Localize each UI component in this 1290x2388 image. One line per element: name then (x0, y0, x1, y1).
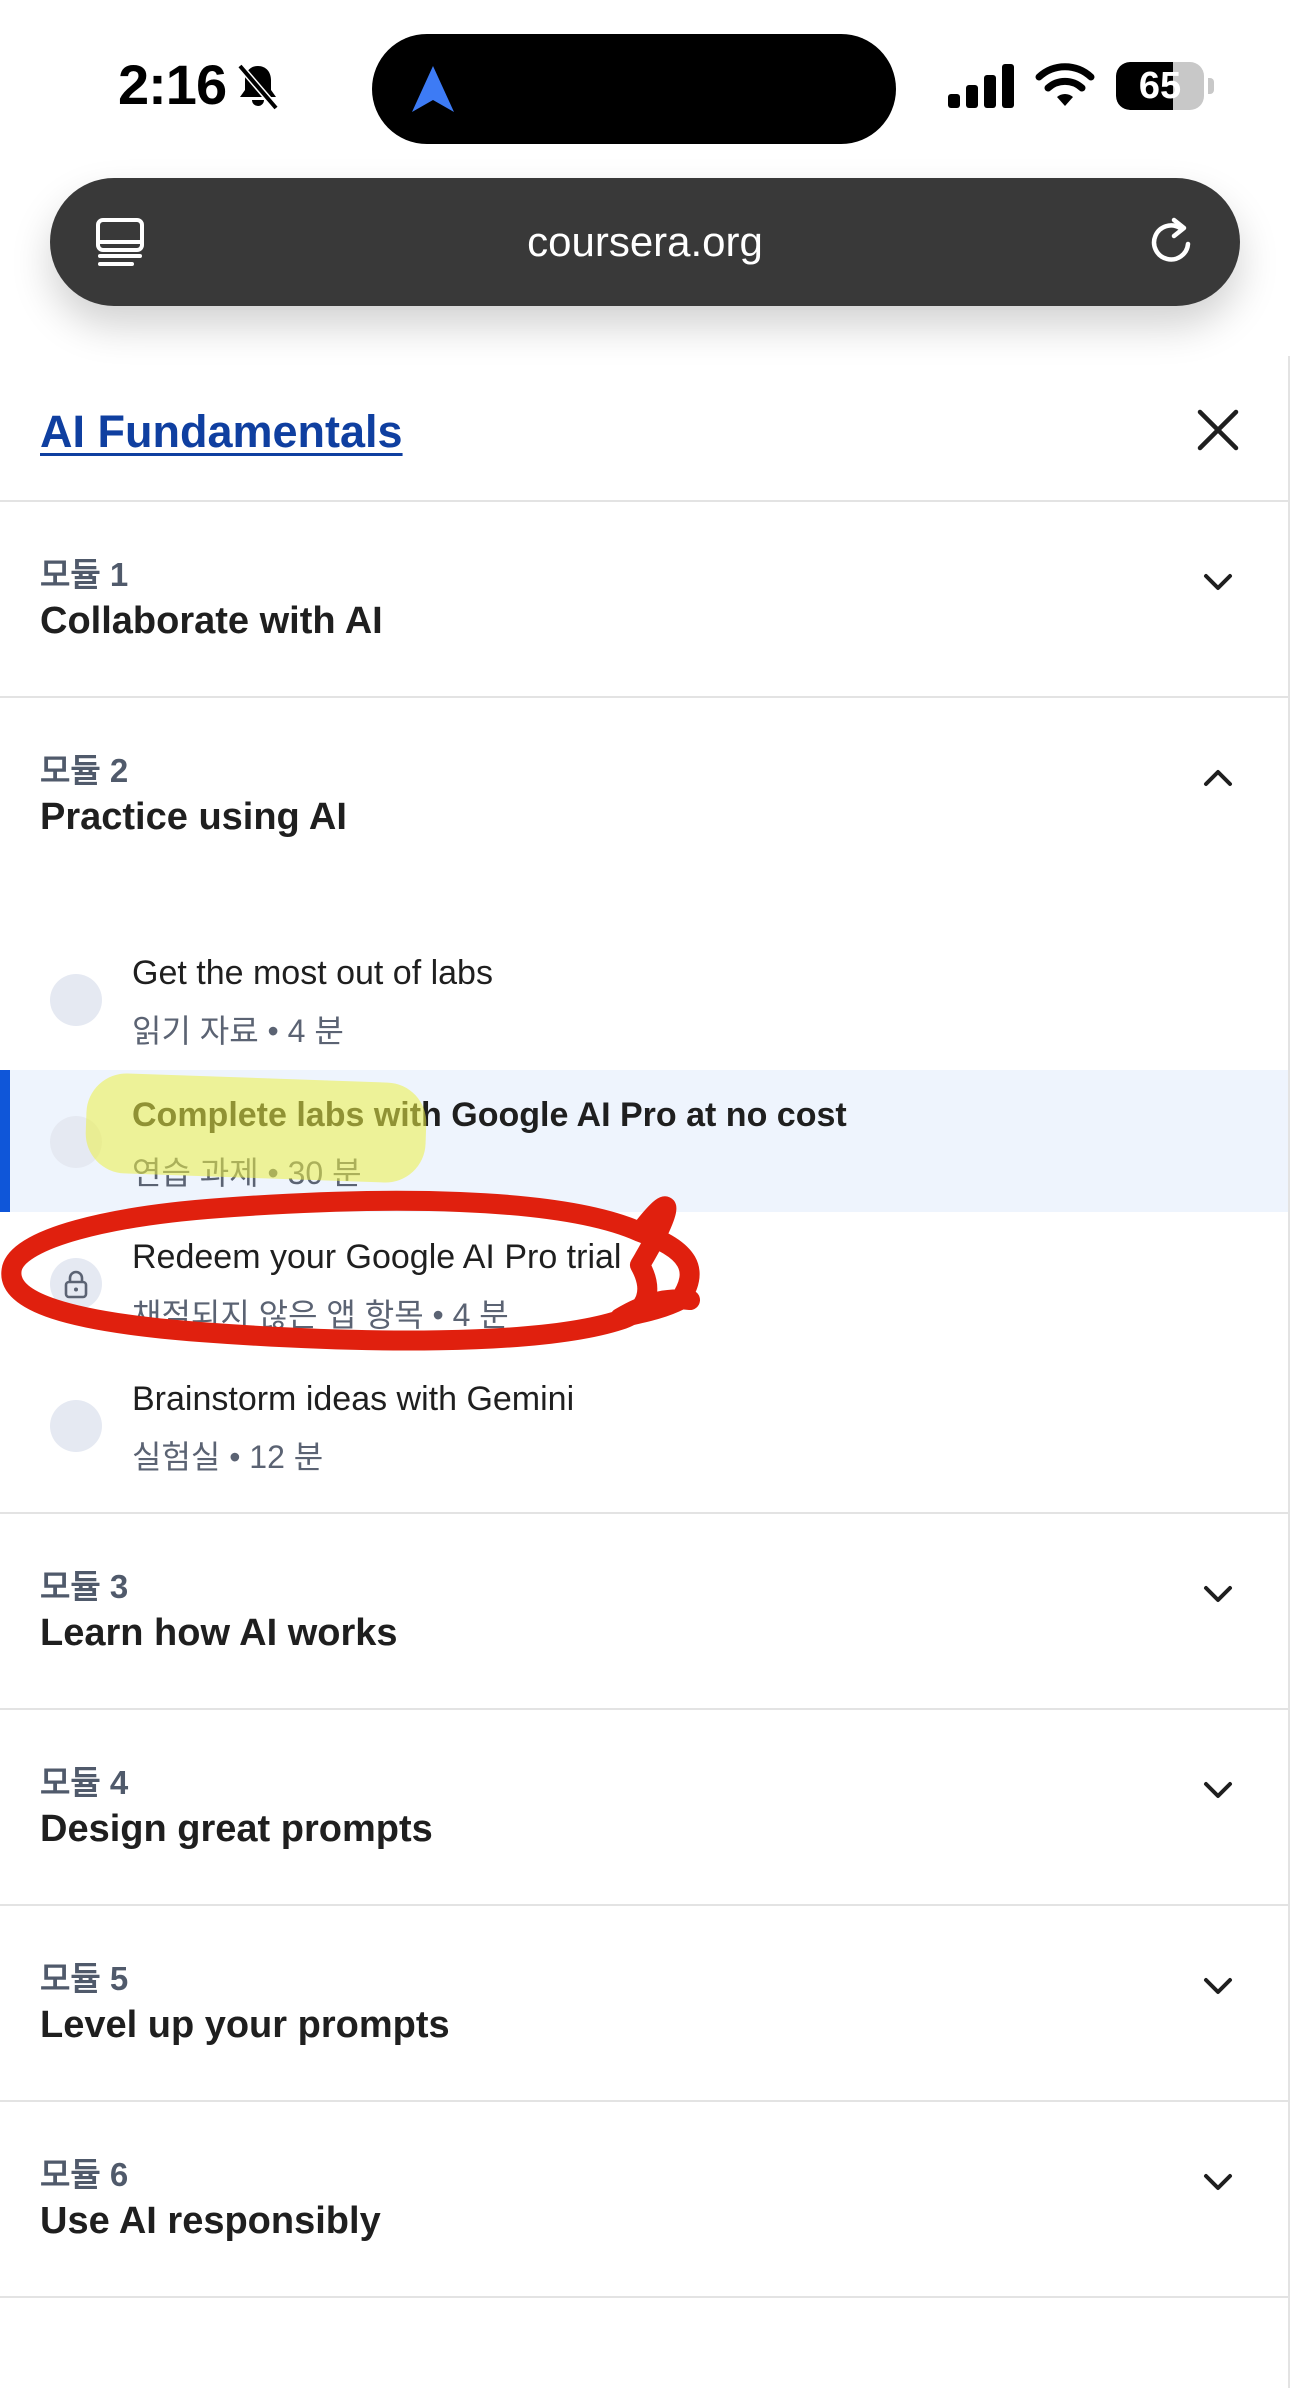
item-meta: 읽기 자료 • 4 분 (132, 1013, 344, 1049)
item-title: Brainstorm ideas with Gemini (132, 1380, 575, 1418)
highlighter-mark (84, 1072, 428, 1184)
course-title-link[interactable]: AI Fundamentals (40, 406, 403, 458)
item-meta: 실험실 • 12 분 (132, 1439, 324, 1475)
bell-slash-icon (237, 63, 279, 111)
active-indicator (0, 1070, 10, 1212)
module-1[interactable]: 모듈 1 Collaborate with AI (0, 502, 1288, 698)
module-item[interactable]: Get the most out of labs 읽기 자료 • 4 분 (0, 928, 1288, 1070)
reload-icon[interactable] (1144, 214, 1200, 270)
battery-percent: 65 (1138, 65, 1182, 107)
dynamic-island (372, 34, 896, 144)
battery-icon: 65 (1116, 62, 1214, 112)
module-title: Practice using AI (40, 796, 347, 838)
chevron-down-icon[interactable] (1196, 1768, 1240, 1812)
status-bar: 2:16 65 (0, 0, 1290, 170)
module-label: 모듈 5 (40, 1960, 129, 1997)
module-title: Learn how AI works (40, 1612, 398, 1654)
module-title: Use AI responsibly (40, 2200, 381, 2242)
status-time: 2:16 (118, 53, 227, 116)
cellular-signal-icon (948, 64, 1014, 108)
module-label: 모듈 6 (40, 2156, 129, 2193)
module-6[interactable]: 모듈 6 Use AI responsibly (0, 2102, 1288, 2298)
chevron-down-icon[interactable] (1196, 560, 1240, 604)
wifi-icon (1035, 63, 1095, 106)
module-4[interactable]: 모듈 4 Design great prompts (0, 1710, 1288, 1906)
chevron-down-icon[interactable] (1196, 2160, 1240, 2204)
course-outline-panel: AI Fundamentals 모듈 1 Collaborate with AI… (0, 356, 1290, 2388)
chevron-up-icon[interactable] (1196, 756, 1240, 800)
module-5[interactable]: 모듈 5 Level up your prompts (0, 1906, 1288, 2102)
close-icon[interactable] (1190, 402, 1246, 458)
item-title: Get the most out of labs (132, 954, 493, 992)
module-item[interactable]: Brainstorm ideas with Gemini 실험실 • 12 분 (0, 1354, 1288, 1496)
item-title: Redeem your Google AI Pro trial (132, 1238, 622, 1276)
module-3[interactable]: 모듈 3 Learn how AI works (0, 1514, 1288, 1710)
lock-icon (50, 1258, 102, 1310)
module-label: 모듈 4 (40, 1764, 129, 1801)
item-meta: 채점되지 않은 앱 항목 • 4 분 (132, 1297, 509, 1333)
module-label: 모듈 1 (40, 556, 129, 593)
url-text[interactable]: coursera.org (50, 178, 1240, 306)
incomplete-status-icon (50, 1400, 102, 1452)
module-label: 모듈 3 (40, 1568, 129, 1605)
module-title: Design great prompts (40, 1808, 433, 1850)
navigation-arrow-icon (412, 66, 454, 112)
address-bar[interactable]: coursera.org (50, 178, 1240, 306)
chevron-down-icon[interactable] (1196, 1964, 1240, 2008)
module-title: Collaborate with AI (40, 600, 383, 642)
course-header: AI Fundamentals (0, 356, 1288, 502)
tabs-icon[interactable] (92, 214, 148, 270)
incomplete-status-icon (50, 974, 102, 1026)
chevron-down-icon[interactable] (1196, 1572, 1240, 1616)
module-item-locked[interactable]: Redeem your Google AI Pro trial 채점되지 않은 … (0, 1212, 1288, 1354)
module-label: 모듈 2 (40, 752, 129, 789)
module-title: Level up your prompts (40, 2004, 450, 2046)
